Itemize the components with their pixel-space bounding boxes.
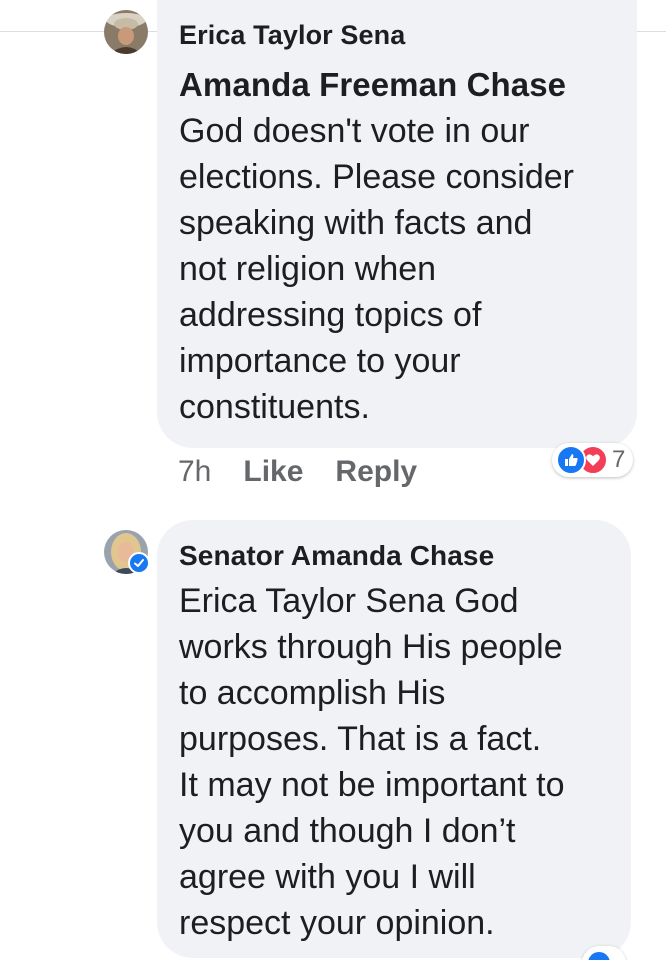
comment-text: God doesn't vote in our elections. Pleas… xyxy=(179,112,575,426)
like-icon xyxy=(556,445,586,475)
reaction-summary[interactable]: 7 xyxy=(552,443,634,477)
like-icon xyxy=(586,950,612,960)
reply-button[interactable]: Reply xyxy=(335,455,417,489)
avatar-erica-taylor-sena[interactable] xyxy=(104,10,148,54)
comment-author[interactable]: Erica Taylor Sena xyxy=(179,20,405,51)
comment-thread: Erica Taylor Sena Amanda Freeman Chase G… xyxy=(0,0,666,960)
verified-badge-icon xyxy=(128,552,150,574)
reaction-count: 7 xyxy=(612,446,626,473)
mention-link[interactable]: Amanda Freeman Chase xyxy=(179,66,566,104)
like-button[interactable]: Like xyxy=(243,455,303,489)
comment-bubble: Senator Amanda Chase Erica Taylor Sena G… xyxy=(157,520,631,958)
comment-author[interactable]: Senator Amanda Chase xyxy=(179,540,494,572)
comment-bubble: Erica Taylor Sena Amanda Freeman Chase G… xyxy=(157,0,637,448)
back-arrow-icon[interactable] xyxy=(26,0,48,8)
comment-text: Erica Taylor Sena God works through His … xyxy=(179,582,565,942)
comment-actions: 7h Like Reply xyxy=(178,452,449,492)
comment-timestamp[interactable]: 7h xyxy=(178,455,211,489)
